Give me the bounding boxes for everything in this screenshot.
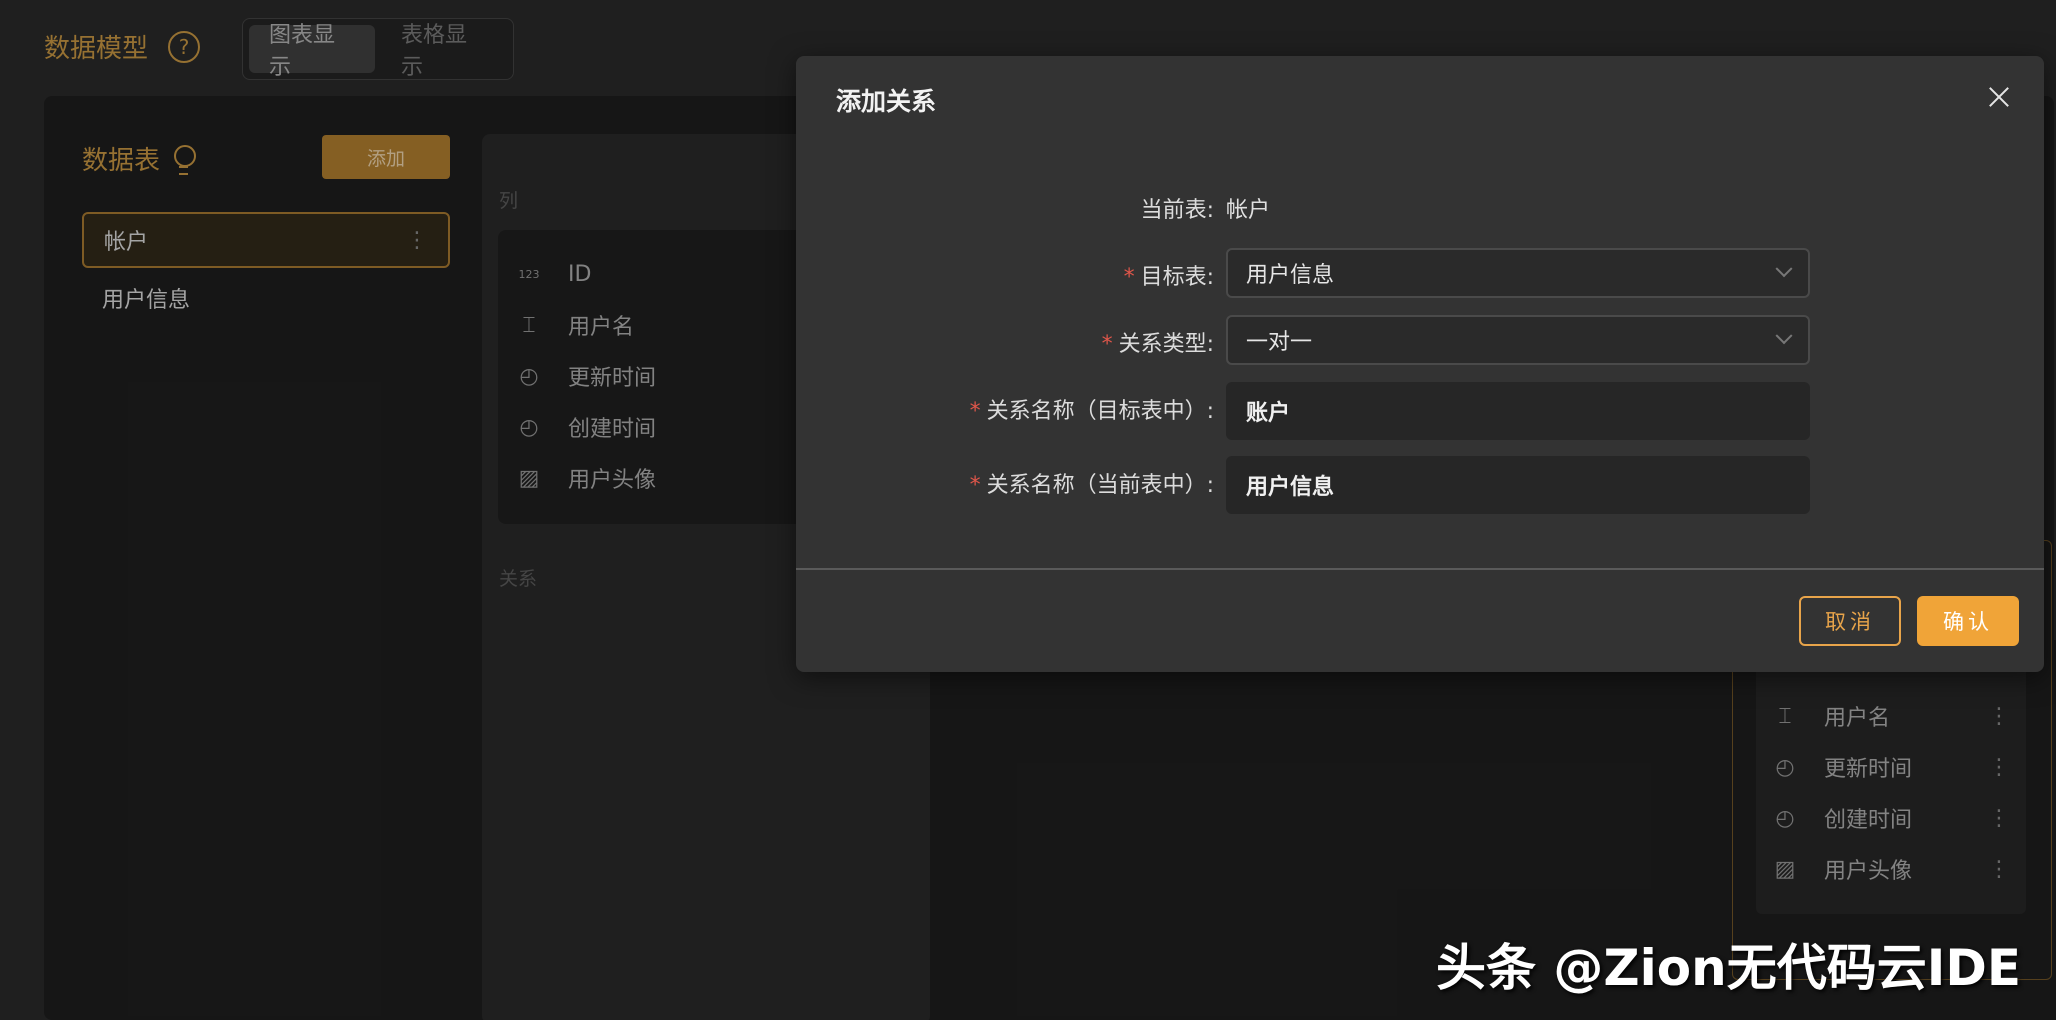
required-mark: * <box>1101 332 1113 357</box>
current-table-value: 帐户 <box>1226 198 1271 223</box>
watermark: 头条 @Zion无代码云IDE <box>1436 939 2022 997</box>
confirm-button[interactable]: 确认 <box>1917 596 2019 646</box>
target-table-label-text: 目标表: <box>1140 265 1214 290</box>
relation-type-selected: 一对一 <box>1246 330 1313 355</box>
name-in-target-label: * 关系名称（目标表中）: <box>970 393 1214 425</box>
target-table-selected: 用户信息 <box>1246 263 1335 288</box>
chevron-down-icon <box>1775 260 1793 278</box>
dialog-divider <box>796 568 2044 570</box>
required-mark: * <box>969 399 981 424</box>
relation-type-label: * 关系类型: <box>1102 326 1214 358</box>
current-table-label: 当前表: <box>1140 198 1214 223</box>
name-in-target-input[interactable] <box>1226 382 1810 440</box>
target-table-label: * 目标表: <box>1124 259 1214 291</box>
relation-type-select[interactable]: 一对一 <box>1226 315 1810 365</box>
name-in-current-label: * 关系名称（当前表中）: <box>970 467 1214 499</box>
cancel-button[interactable]: 取消 <box>1799 596 1901 646</box>
name-in-target-label-text: 关系名称（目标表中）: <box>986 399 1214 424</box>
chevron-down-icon <box>1775 327 1793 345</box>
target-table-select[interactable]: 用户信息 <box>1226 248 1810 298</box>
required-mark: * <box>1123 265 1135 290</box>
close-icon[interactable] <box>1984 82 2014 112</box>
name-in-current-input[interactable] <box>1226 456 1810 514</box>
relation-type-label-text: 关系类型: <box>1118 332 1214 357</box>
required-mark: * <box>969 473 981 498</box>
name-in-current-label-text: 关系名称（当前表中）: <box>986 473 1214 498</box>
dialog-title: 添加关系 <box>836 87 937 116</box>
